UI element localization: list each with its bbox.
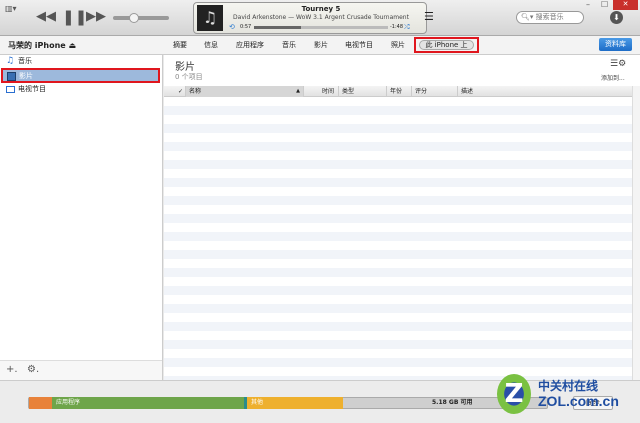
repeat-icon[interactable]: ⟲ [229, 23, 235, 31]
progress-bar[interactable] [254, 26, 388, 29]
toolbar: ▥▾ ◀◀ ❚❚ ▶▶ ♫ Tourney 5 David Arkenstone… [0, 0, 640, 36]
column-name-label: 名称 [189, 88, 202, 95]
device-nav-bar: 马荣的 iPhone ⏏ 摘要 信息 应用程序 音乐 影片 电视节目 照片 此 … [0, 36, 640, 55]
remaining-time: -1:48 [390, 24, 404, 30]
previous-button[interactable]: ◀◀ [36, 9, 56, 24]
table-header: ✓ 名称 ▲ 时间 类型 年份 评分 描述 [164, 86, 632, 97]
sidebar-item-movies[interactable]: 影片 [1, 68, 160, 83]
sort-ascending-icon: ▲ [296, 88, 300, 94]
page-title: 影片 [175, 62, 195, 73]
track-title: Tourney 5 [301, 5, 341, 13]
tab-movies[interactable]: 影片 [314, 40, 328, 50]
column-description[interactable]: 描述 [458, 86, 632, 97]
tab-on-this-iphone-label: 此 iPhone 上 [419, 40, 474, 50]
storage-segment-audio [29, 397, 52, 409]
sidebar-item-label: 音乐 [18, 57, 32, 65]
close-button[interactable]: ✕ [613, 0, 638, 10]
library-button[interactable]: 资料库 [599, 38, 632, 51]
add-icon[interactable]: +. [6, 364, 18, 375]
search-input[interactable]: 🔍︎▾ 搜索音乐 [516, 11, 584, 24]
tab-tv-shows[interactable]: 电视节目 [345, 40, 373, 50]
elapsed-time: 0:57 [240, 24, 252, 30]
sidebar-footer: +. ⚙. [0, 360, 162, 380]
add-to-button[interactable]: 添加到... [601, 73, 625, 82]
sidebar-item-label: 影片 [19, 72, 33, 80]
device-name[interactable]: 马荣的 iPhone ⏏ [8, 40, 76, 51]
column-name[interactable]: 名称 ▲ [186, 86, 304, 97]
next-button[interactable]: ▶▶ [86, 9, 106, 24]
sidebar-item-tv-shows[interactable]: 电视节目 [2, 83, 158, 96]
column-genre[interactable]: 类型 [339, 86, 387, 97]
menu-icon[interactable]: ▥▾ [5, 4, 17, 13]
now-playing-display: ♫ Tourney 5 David Arkenstone — WoW 3.1 A… [193, 2, 427, 34]
tab-apps[interactable]: 应用程序 [236, 40, 264, 50]
tab-summary[interactable]: 摘要 [173, 40, 187, 50]
track-artist: David Arkenstone — WoW 3.1 Argent Crusad… [233, 14, 409, 21]
tab-on-this-iphone[interactable]: 此 iPhone 上 [414, 37, 479, 53]
main-content: 影片 0 个项目 ☰⚙ 添加到... ✓ 名称 ▲ 时间 类型 年份 评分 描述 [164, 55, 640, 380]
storage-segment-apps: 应用程序 [52, 397, 244, 409]
maximize-button[interactable]: ☐ [601, 0, 608, 9]
up-next-icon[interactable]: ☰ [424, 10, 434, 23]
sidebar: ♫ 音乐 影片 电视节目 +. ⚙. [0, 55, 163, 380]
tab-music[interactable]: 音乐 [282, 40, 296, 50]
column-time[interactable]: 时间 [319, 86, 339, 97]
tv-icon [6, 86, 15, 93]
storage-bar-area: 应用程序 其他 5.18 GB 可用 同步 Z 中关村在线 ZOL.com.cn [0, 374, 640, 423]
tab-info[interactable]: 信息 [204, 40, 218, 50]
album-art-icon: ♫ [197, 5, 223, 31]
search-icon: 🔍︎▾ [521, 13, 536, 21]
search-placeholder: 搜索音乐 [535, 13, 564, 21]
volume-knob[interactable] [129, 13, 139, 23]
table-body [164, 97, 632, 380]
volume-slider[interactable] [113, 13, 169, 23]
tab-photos[interactable]: 照片 [391, 40, 405, 50]
music-note-icon: ♫ [6, 56, 15, 66]
column-rating[interactable]: 评分 [412, 86, 458, 97]
storage-segment-other: 其他 [247, 397, 343, 409]
gear-icon[interactable]: ⚙. [27, 364, 39, 375]
add-to-icon[interactable]: ☰⚙ [610, 59, 626, 69]
column-check[interactable]: ✓ [176, 86, 186, 97]
sidebar-item-music[interactable]: ♫ 音乐 [2, 55, 158, 68]
shuffle-icon[interactable]: ⤮ [404, 23, 410, 32]
column-year[interactable]: 年份 [387, 86, 412, 97]
watermark-en: ZOL.com.cn [538, 393, 619, 409]
movie-icon [7, 72, 16, 81]
zol-logo: Z [497, 374, 531, 414]
minimize-button[interactable]: – [586, 0, 590, 9]
pause-button[interactable]: ❚❚ [62, 8, 87, 26]
download-icon[interactable]: ⬇ [610, 11, 623, 24]
sidebar-item-label: 电视节目 [18, 85, 46, 93]
item-count: 0 个项目 [175, 73, 203, 81]
scrollbar[interactable] [632, 86, 640, 380]
watermark-cn: 中关村在线 [538, 379, 599, 393]
